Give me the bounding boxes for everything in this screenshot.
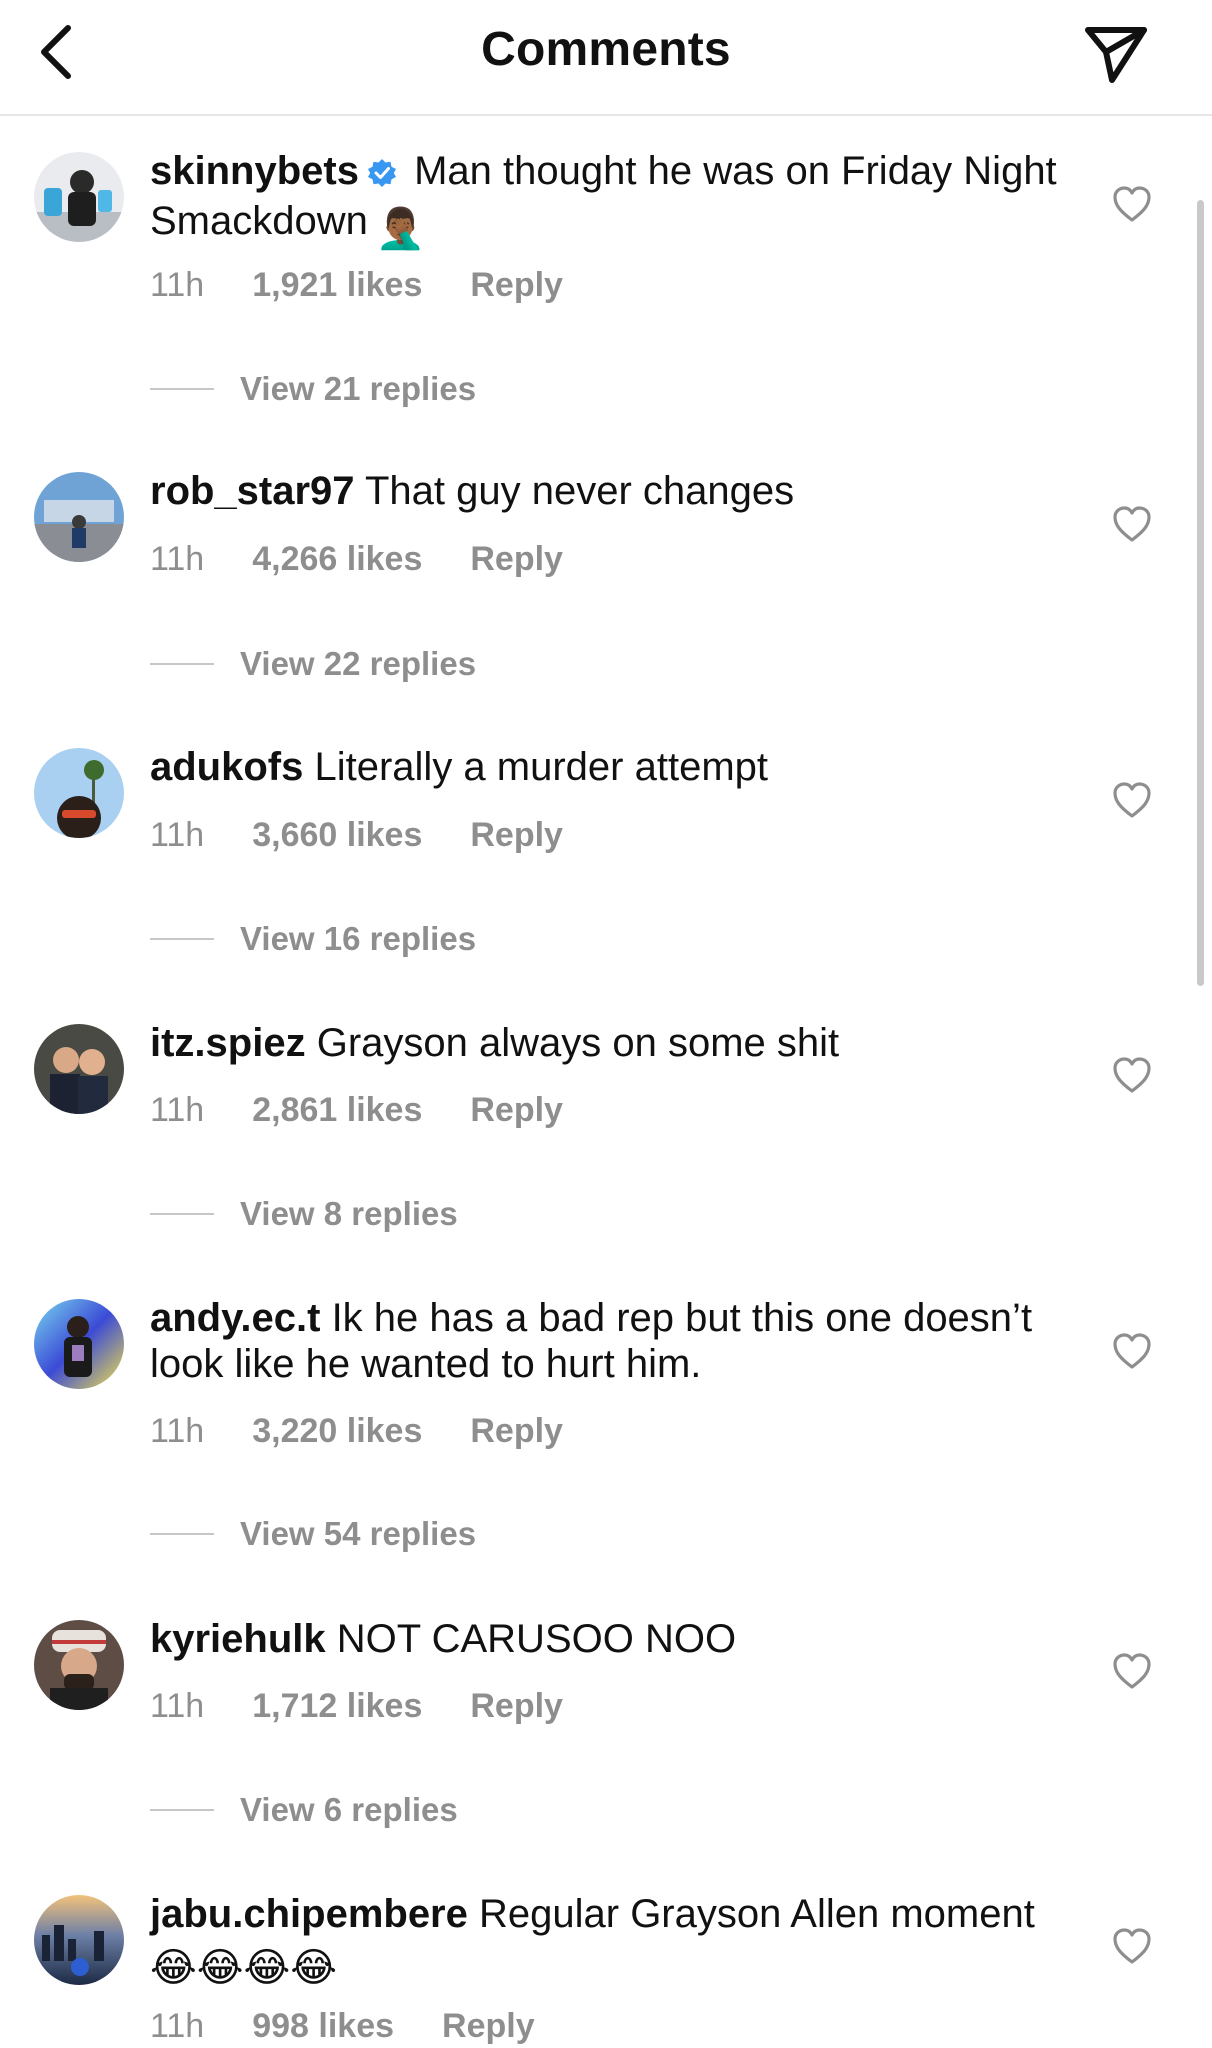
comment-text: That guy never changes: [364, 469, 795, 513]
facepalm-emoji-icon: 🤦🏾‍♂️: [375, 207, 426, 251]
replies-divider: [150, 663, 214, 665]
comment-time: 11h: [150, 540, 205, 578]
reply-button[interactable]: Reply: [470, 540, 563, 578]
view-replies-label: View 16 replies: [240, 920, 477, 957]
avatar[interactable]: [34, 748, 124, 838]
comment-text: Grayson always on some shit: [316, 1021, 840, 1065]
share-button[interactable]: [1080, 18, 1152, 90]
comment-time: 11h: [150, 2007, 205, 2045]
reply-button[interactable]: Reply: [470, 266, 563, 304]
comment-meta: 11h 3,660 likes Reply: [150, 816, 611, 855]
reply-button[interactable]: Reply: [470, 1412, 563, 1450]
comment-time: 11h: [150, 816, 205, 854]
comment-text-block: kyriehulk NOT CARUSOO NOO: [150, 1616, 1070, 1662]
comment-text-block: adukofs Literally a murder attempt: [150, 744, 1070, 790]
view-replies-button[interactable]: View 22 replies: [150, 645, 476, 683]
heart-icon[interactable]: [1112, 185, 1152, 225]
paper-plane-icon: [1085, 27, 1147, 83]
comment-username[interactable]: itz.spiez: [150, 1021, 306, 1065]
verified-badge-icon: [367, 152, 397, 198]
comment-text-block: skinnybets Man thought he was on Friday …: [150, 148, 1070, 252]
comment-text-block: andy.ec.t Ik he has a bad rep but this o…: [150, 1295, 1070, 1387]
heart-icon[interactable]: [1112, 1332, 1152, 1372]
avatar[interactable]: [34, 1024, 124, 1114]
comment-likes[interactable]: 1,921 likes: [252, 266, 422, 304]
reply-button[interactable]: Reply: [470, 816, 563, 854]
comment-likes[interactable]: 1,712 likes: [252, 1687, 422, 1725]
comment-time: 11h: [150, 1091, 205, 1129]
laughing-emoji-icon: 😂😂😂😂: [150, 1946, 337, 1990]
comment-meta: 11h 2,861 likes Reply: [150, 1091, 611, 1130]
view-replies-button[interactable]: View 16 replies: [150, 920, 476, 958]
comment-username[interactable]: rob_star97: [150, 469, 355, 513]
view-replies-button[interactable]: View 21 replies: [150, 370, 476, 408]
comment-likes[interactable]: 2,861 likes: [252, 1091, 422, 1129]
comment-text: Regular Grayson Allen moment: [479, 1892, 1035, 1936]
view-replies-label: View 54 replies: [240, 1515, 477, 1552]
scrollbar[interactable]: [1197, 200, 1204, 986]
header-bar: Comments: [0, 0, 1212, 116]
replies-divider: [150, 388, 214, 390]
view-replies-label: View 22 replies: [240, 645, 477, 682]
comment-text-block: itz.spiez Grayson always on some shit: [150, 1020, 1070, 1066]
comment-username[interactable]: skinnybets: [150, 149, 359, 193]
comment-likes[interactable]: 3,660 likes: [252, 816, 422, 854]
page-title: Comments: [481, 23, 731, 76]
comment-meta: 11h 4,266 likes Reply: [150, 540, 611, 579]
reply-button[interactable]: Reply: [470, 1091, 563, 1129]
comment-text-block: jabu.chipembere Regular Grayson Allen mo…: [150, 1891, 1070, 1991]
comment-meta: 11h 998 likes Reply: [150, 2007, 583, 2046]
heart-icon[interactable]: [1112, 1927, 1152, 1967]
view-replies-label: View 6 replies: [240, 1791, 458, 1828]
comment-meta: 11h 1,712 likes Reply: [150, 1687, 611, 1726]
view-replies-button[interactable]: View 6 replies: [150, 1791, 458, 1829]
comment-likes[interactable]: 3,220 likes: [252, 1412, 422, 1450]
comment-meta: 11h 3,220 likes Reply: [150, 1412, 611, 1451]
avatar[interactable]: [34, 1620, 124, 1710]
reply-button[interactable]: Reply: [442, 2007, 535, 2045]
replies-divider: [150, 1213, 214, 1215]
heart-icon[interactable]: [1112, 505, 1152, 545]
heart-icon[interactable]: [1112, 1652, 1152, 1692]
replies-divider: [150, 1809, 214, 1811]
view-replies-button[interactable]: View 54 replies: [150, 1515, 476, 1553]
comment-text-block: rob_star97 That guy never changes: [150, 468, 1070, 514]
comment-time: 11h: [150, 1412, 205, 1450]
avatar[interactable]: [34, 1299, 124, 1389]
view-replies-label: View 21 replies: [240, 370, 477, 407]
avatar[interactable]: [34, 152, 124, 242]
replies-divider: [150, 938, 214, 940]
comment-time: 11h: [150, 1687, 205, 1725]
comment-username[interactable]: andy.ec.t: [150, 1296, 320, 1340]
comment-username[interactable]: adukofs: [150, 745, 303, 789]
comment-time: 11h: [150, 266, 205, 304]
reply-button[interactable]: Reply: [470, 1687, 563, 1725]
replies-divider: [150, 1533, 214, 1535]
comment-username[interactable]: jabu.chipembere: [150, 1892, 468, 1936]
comment-likes[interactable]: 4,266 likes: [252, 540, 422, 578]
comment-text: NOT CARUSOO NOO: [336, 1617, 737, 1661]
avatar[interactable]: [34, 472, 124, 562]
view-replies-label: View 8 replies: [240, 1195, 458, 1232]
comment-likes[interactable]: 998 likes: [252, 2007, 394, 2045]
comment-username[interactable]: kyriehulk: [150, 1617, 326, 1661]
comment-text: Literally a murder attempt: [314, 745, 768, 789]
comment-meta: 11h 1,921 likes Reply: [150, 266, 611, 305]
avatar[interactable]: [34, 1895, 124, 1985]
heart-icon[interactable]: [1112, 1056, 1152, 1096]
view-replies-button[interactable]: View 8 replies: [150, 1195, 458, 1233]
heart-icon[interactable]: [1112, 781, 1152, 821]
